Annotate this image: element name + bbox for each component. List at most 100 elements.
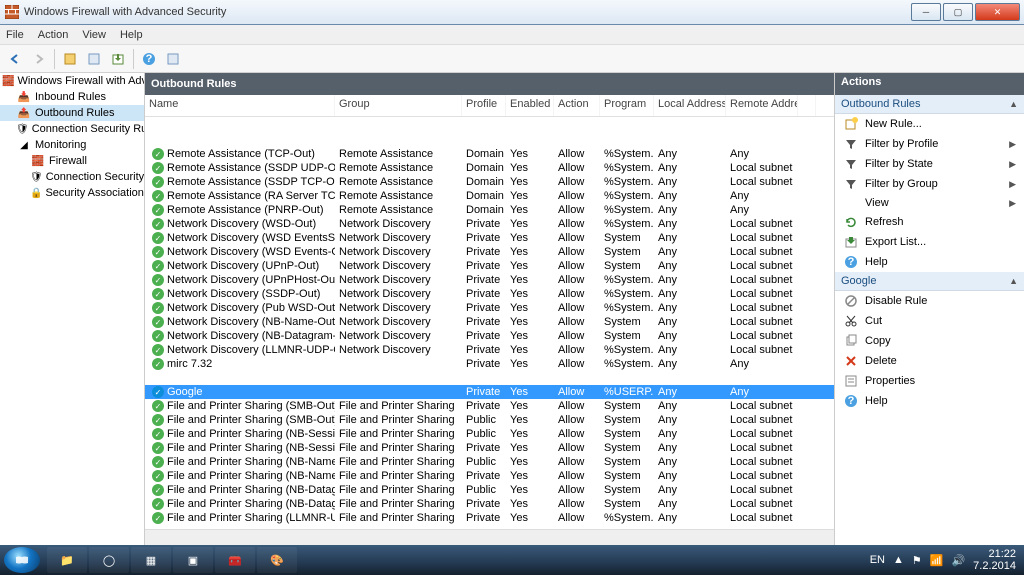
rule-status-icon: ✓ bbox=[152, 358, 164, 370]
taskbar-paint[interactable]: 🎨 bbox=[257, 547, 297, 573]
rule-status-icon: ✓ bbox=[152, 330, 164, 342]
start-button[interactable] bbox=[4, 547, 40, 573]
tray-icon[interactable]: ▲ bbox=[893, 554, 904, 566]
action-cut[interactable]: Cut bbox=[835, 311, 1024, 331]
tree-security-assoc[interactable]: 🔒Security Associations bbox=[0, 185, 144, 201]
table-row[interactable]: ✓Network Discovery (NB-Name-Out)Network … bbox=[145, 315, 834, 329]
toolbar-button-3[interactable] bbox=[162, 48, 184, 70]
action-properties[interactable]: Properties bbox=[835, 371, 1024, 391]
action-help[interactable]: ?Help bbox=[835, 252, 1024, 272]
table-row[interactable]: ✓GooglePrivateYesAllow%USERP...AnyAny bbox=[145, 385, 834, 399]
action-export-list-[interactable]: Export List... bbox=[835, 232, 1024, 252]
table-row[interactable]: ✓Remote Assistance (SSDP TCP-Out)Remote … bbox=[145, 175, 834, 189]
toolbar: ? bbox=[0, 45, 1024, 73]
table-row[interactable]: ✓Remote Assistance (TCP-Out)Remote Assis… bbox=[145, 147, 834, 161]
main-panel-title: Outbound Rules bbox=[145, 73, 834, 95]
table-row[interactable]: ✓Network Discovery (WSD Events-Out)Netwo… bbox=[145, 245, 834, 259]
table-row[interactable]: ✓Network Discovery (UPnPHost-Out)Network… bbox=[145, 273, 834, 287]
actions-section-outbound[interactable]: Outbound Rules▲ bbox=[835, 95, 1024, 114]
tray-network-icon[interactable]: 📶 bbox=[930, 554, 944, 567]
tree-monitoring[interactable]: ◢Monitoring bbox=[0, 137, 144, 153]
rule-status-icon: ✓ bbox=[152, 470, 164, 482]
action-copy[interactable]: Copy bbox=[835, 331, 1024, 351]
action-filter-by-state[interactable]: Filter by State▶ bbox=[835, 154, 1024, 174]
table-row[interactable]: ✓Network Discovery (LLMNR-UDP-Out)Networ… bbox=[145, 343, 834, 357]
taskbar-app-2[interactable]: ▣ bbox=[173, 547, 213, 573]
table-row[interactable]: ✓Network Discovery (Pub WSD-Out)Network … bbox=[145, 301, 834, 315]
col-enabled[interactable]: Enabled bbox=[506, 95, 554, 116]
taskbar-app-3[interactable]: 🧰 bbox=[215, 547, 255, 573]
action-new-rule-[interactable]: New Rule... bbox=[835, 114, 1024, 134]
table-row[interactable]: ✓Remote Assistance (SSDP UDP-Out)Remote … bbox=[145, 161, 834, 175]
table-row[interactable]: ✓File and Printer Sharing (SMB-Out)File … bbox=[145, 399, 834, 413]
action-view[interactable]: View▶ bbox=[835, 194, 1024, 212]
taskbar-chrome[interactable]: ◯ bbox=[89, 547, 129, 573]
table-row[interactable]: ✓Network Discovery (NB-Datagram-Out)Netw… bbox=[145, 329, 834, 343]
rule-status-icon: ✓ bbox=[152, 344, 164, 356]
action-filter-by-profile[interactable]: Filter by Profile▶ bbox=[835, 134, 1024, 154]
table-row[interactable]: ✓File and Printer Sharing (SMB-Out)File … bbox=[145, 413, 834, 427]
tray-flag-icon[interactable]: ⚑ bbox=[912, 554, 922, 567]
action-disable-rule[interactable]: Disable Rule bbox=[835, 291, 1024, 311]
action-refresh[interactable]: Refresh bbox=[835, 212, 1024, 232]
close-button[interactable]: ✕ bbox=[975, 3, 1020, 21]
col-local[interactable]: Local Address bbox=[654, 95, 726, 116]
col-remote[interactable]: Remote Address bbox=[726, 95, 798, 116]
help-button[interactable]: ? bbox=[138, 48, 160, 70]
forward-button[interactable] bbox=[28, 48, 50, 70]
actions-section-google[interactable]: Google▲ bbox=[835, 272, 1024, 291]
col-profile[interactable]: Profile bbox=[462, 95, 506, 116]
menu-view[interactable]: View bbox=[82, 29, 106, 41]
menu-action[interactable]: Action bbox=[38, 29, 69, 41]
tree-firewall[interactable]: 🧱Firewall bbox=[0, 153, 144, 169]
action-help[interactable]: ?Help bbox=[835, 391, 1024, 411]
taskbar-explorer[interactable]: 📁 bbox=[47, 547, 87, 573]
taskbar-app[interactable]: ▦ bbox=[131, 547, 171, 573]
tree-connection-security[interactable]: 🛡Connection Security Ru bbox=[0, 121, 144, 137]
table-row[interactable]: ✓File and Printer Sharing (NB-Name-Out)F… bbox=[145, 469, 834, 483]
tray-volume-icon[interactable]: 🔊 bbox=[951, 554, 965, 567]
action-delete[interactable]: Delete bbox=[835, 351, 1024, 371]
shield-icon: 🛡 bbox=[16, 122, 29, 136]
table-row[interactable]: ✓File and Printer Sharing (LLMNR-UDP-Out… bbox=[145, 511, 834, 525]
table-row[interactable]: ✓Network Discovery (UPnP-Out)Network Dis… bbox=[145, 259, 834, 273]
rule-status-icon: ✓ bbox=[152, 386, 164, 398]
menu-help[interactable]: Help bbox=[120, 29, 143, 41]
col-name[interactable]: Name bbox=[145, 95, 335, 116]
table-row[interactable]: ✓File and Printer Sharing (NB-Session-Ou… bbox=[145, 427, 834, 441]
rule-status-icon: ✓ bbox=[152, 148, 164, 160]
table-row[interactable]: ✓Remote Assistance (RA Server TCP-Out)Re… bbox=[145, 189, 834, 203]
menu-file[interactable]: File bbox=[6, 29, 24, 41]
tree-outbound[interactable]: 📤Outbound Rules bbox=[0, 105, 144, 121]
table-row[interactable]: ✓Network Discovery (WSD EventsSecure-O..… bbox=[145, 231, 834, 245]
tree-root[interactable]: 🧱Windows Firewall with Advance bbox=[0, 73, 144, 89]
col-extra[interactable] bbox=[798, 95, 816, 116]
tree-inbound[interactable]: 📥Inbound Rules bbox=[0, 89, 144, 105]
toolbar-button-2[interactable] bbox=[83, 48, 105, 70]
col-group[interactable]: Group bbox=[335, 95, 462, 116]
table-row[interactable]: ✓File and Printer Sharing (NB-Name-Out)F… bbox=[145, 455, 834, 469]
horizontal-scrollbar[interactable] bbox=[145, 529, 834, 545]
export-button[interactable] bbox=[107, 48, 129, 70]
minimize-button[interactable]: ─ bbox=[911, 3, 941, 21]
rule-status-icon: ✓ bbox=[152, 232, 164, 244]
col-action[interactable]: Action bbox=[554, 95, 600, 116]
firewall-icon: 🧱 bbox=[30, 154, 46, 168]
rule-status-icon: ✓ bbox=[152, 400, 164, 412]
back-button[interactable] bbox=[4, 48, 26, 70]
table-row[interactable]: ✓File and Printer Sharing (NB-Session-Ou… bbox=[145, 441, 834, 455]
table-row[interactable]: ✓mirc 7.32PrivateYesAllow%System...AnyAn… bbox=[145, 357, 834, 371]
rule-status-icon: ✓ bbox=[152, 288, 164, 300]
clock[interactable]: 21:22 7.2.2014 bbox=[973, 548, 1020, 572]
language-indicator[interactable]: EN bbox=[870, 554, 885, 566]
table-row[interactable]: ✓Network Discovery (WSD-Out)Network Disc… bbox=[145, 217, 834, 231]
table-row[interactable]: ✓Remote Assistance (PNRP-Out)Remote Assi… bbox=[145, 203, 834, 217]
maximize-button[interactable]: ▢ bbox=[943, 3, 973, 21]
tree-consec-mon[interactable]: 🛡Connection Security Rul bbox=[0, 169, 144, 185]
table-row[interactable]: ✓File and Printer Sharing (NB-Datagram-O… bbox=[145, 497, 834, 511]
action-filter-by-group[interactable]: Filter by Group▶ bbox=[835, 174, 1024, 194]
action-button[interactable] bbox=[59, 48, 81, 70]
table-row[interactable]: ✓File and Printer Sharing (NB-Datagram-O… bbox=[145, 483, 834, 497]
col-program[interactable]: Program bbox=[600, 95, 654, 116]
table-row[interactable]: ✓Network Discovery (SSDP-Out)Network Dis… bbox=[145, 287, 834, 301]
